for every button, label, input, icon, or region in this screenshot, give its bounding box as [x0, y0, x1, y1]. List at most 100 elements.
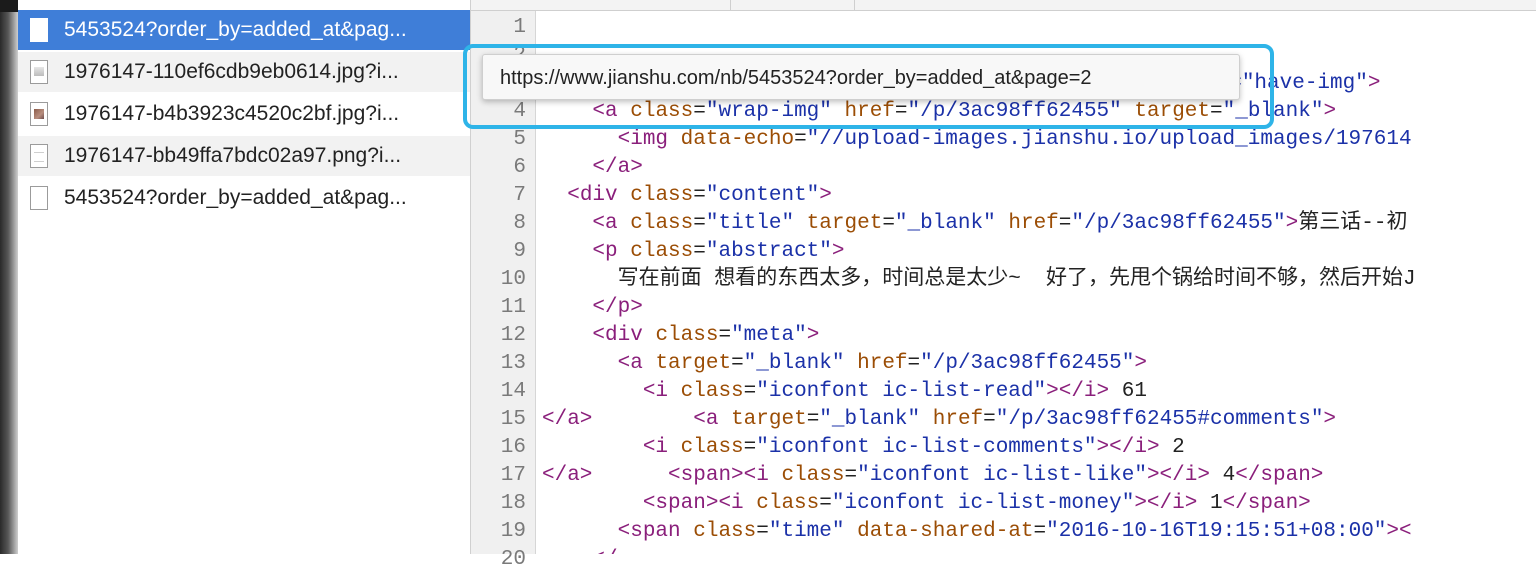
code-line: 写在前面 想看的东西太多，时间总是太少~ 好了，先甩个锅给时间不够，然后开始J [542, 266, 1416, 294]
code-token: > [806, 324, 820, 347]
code-token: class [680, 436, 744, 459]
code-token: "_blank" [743, 352, 845, 375]
code-token: "/p/3ac98ff62455#comments" [995, 408, 1324, 431]
code-token: "iconfont ic-list-money" [831, 492, 1135, 515]
code-token: "iconfont ic-list-like" [857, 464, 1147, 487]
code-token: "meta" [731, 324, 807, 347]
code-token: > [1285, 212, 1299, 235]
code-line: <div class="meta"> [542, 322, 819, 350]
code-token: = [743, 436, 757, 459]
code-token: data-echo [680, 128, 795, 151]
code-token: href [857, 352, 908, 375]
png-file-icon [30, 144, 48, 168]
code-line: <span class="time" data-shared-at="2016-… [542, 518, 1412, 546]
window-edge [0, 0, 18, 554]
code-line: <a target="_blank" href="/p/3ac98ff62455… [542, 350, 1147, 378]
code-token: </ [592, 548, 617, 554]
code-line: <span><i class="iconfont ic-list-money">… [542, 490, 1311, 518]
line-number: 20 [500, 548, 526, 571]
line-number: 17 [500, 464, 526, 487]
code-token: data-shared-at [857, 520, 1034, 543]
request-row[interactable]: 1976147-bb49ffa7bdc02a97.png?i... [18, 136, 470, 176]
line-number: 16 [500, 436, 526, 459]
code-token: > [1367, 72, 1381, 95]
code-token: class [630, 184, 694, 207]
code-token: "title" [705, 212, 795, 235]
code-token: = [844, 464, 858, 487]
code-line: <img data-echo="//upload-images.jianshu.… [542, 126, 1412, 154]
request-name: 5453524?order_by=added_at&pag... [64, 186, 407, 209]
code-line: </a> <a target="_blank" href="/p/3ac98ff… [542, 406, 1336, 434]
code-token: <div [592, 324, 656, 347]
request-row[interactable]: 1976147-b4b3923c4520c2bf.jpg?i... [18, 94, 470, 134]
code-token: <p [592, 240, 631, 263]
line-number: 18 [500, 492, 526, 515]
code-token: "_blank" [819, 408, 921, 431]
line-number: 13 [500, 352, 526, 375]
code-token: ></i> [1134, 492, 1198, 515]
code-token: = [756, 520, 769, 543]
request-name: 1976147-110ef6cdb9eb0614.jpg?i... [64, 60, 399, 83]
request-row[interactable]: 5453524?order_by=added_at&pag... [18, 10, 470, 50]
code-token: "/p/3ac98ff62455" [920, 352, 1135, 375]
request-row[interactable]: 5453524?order_by=added_at&pag... [18, 178, 470, 218]
code-token: <a [693, 408, 732, 431]
code-token: </span> [1235, 464, 1324, 487]
code-token: 第三话--初 [1298, 212, 1408, 235]
request-row[interactable]: 1976147-110ef6cdb9eb0614.jpg?i... [18, 52, 470, 92]
response-pane-header [471, 0, 1536, 11]
code-token: = [983, 408, 996, 431]
line-number: 6 [513, 156, 526, 179]
code-token: href [932, 408, 984, 431]
code-token: >< [1386, 520, 1412, 543]
code-token: "abstract" [705, 240, 832, 263]
photo-file-icon [30, 102, 48, 126]
code-token: <img [617, 128, 681, 151]
code-token: = [731, 352, 744, 375]
code-token: > [831, 240, 845, 263]
code-token: <i [642, 436, 681, 459]
network-request-list: 5453524?order_by=added_at&pag... 1976147-… [18, 0, 471, 554]
request-name: 5453524?order_by=added_at&pag... [64, 18, 407, 41]
code-line: </a> <span><i class="iconfont ic-list-li… [542, 462, 1323, 490]
code-token: = [1033, 520, 1047, 543]
code-token: class [693, 520, 757, 543]
code-token: = [693, 240, 706, 263]
document-icon [30, 18, 48, 42]
code-token: = [743, 380, 757, 403]
code-token: ></i> [1046, 380, 1110, 403]
code-token: <a [592, 212, 631, 235]
code-token: = [794, 128, 807, 151]
line-number: 1 [513, 16, 526, 39]
line-number: 7 [513, 184, 526, 207]
code-token: "//upload-images.jianshu.io/upload_image… [806, 128, 1412, 151]
code-token: <i [642, 380, 681, 403]
code-token: = [1058, 212, 1072, 235]
code-token: </a> [542, 408, 593, 431]
code-token: 1 [1197, 492, 1223, 515]
code-token: = [693, 184, 706, 207]
code-token: </span> [1222, 492, 1311, 515]
line-number: 19 [500, 520, 526, 543]
code-token: ></i> [1096, 436, 1160, 459]
code-token: "/p/3ac98ff62455" [1071, 212, 1286, 235]
code-token: class [756, 492, 820, 515]
code-token: 61 [1109, 380, 1147, 403]
code-token: class [630, 212, 694, 235]
code-token: ></i> [1146, 464, 1210, 487]
code-token: class [680, 380, 744, 403]
line-number: 12 [500, 324, 526, 347]
code-line: <p class="abstract"> [542, 238, 845, 266]
code-token: "iconfont ic-list-comments" [756, 436, 1097, 459]
code-token: = [806, 408, 820, 431]
code-token: = [882, 212, 895, 235]
